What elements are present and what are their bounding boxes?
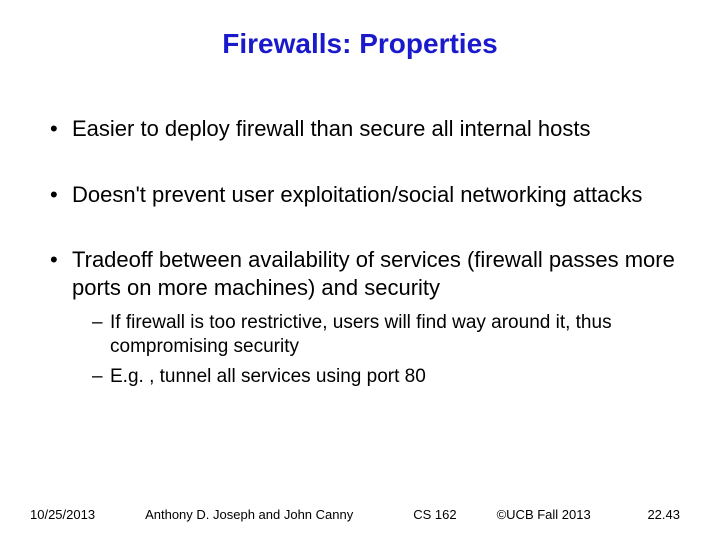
- sub-bullet-item: E.g. , tunnel all services using port 80: [92, 365, 680, 389]
- sub-bullet-list: If firewall is too restrictive, users wi…: [72, 311, 680, 388]
- footer-authors: Anthony D. Joseph and John Canny: [145, 507, 353, 522]
- bullet-item: Doesn't prevent user exploitation/social…: [50, 181, 680, 209]
- footer-date: 10/25/2013: [30, 507, 95, 522]
- bullet-list: Easier to deploy firewall than secure al…: [40, 115, 680, 388]
- slide: Firewalls: Properties Easier to deploy f…: [0, 0, 720, 540]
- bullet-item: Easier to deploy firewall than secure al…: [50, 115, 680, 143]
- bullet-item: Tradeoff between availability of service…: [50, 246, 680, 388]
- footer: 10/25/2013 Anthony D. Joseph and John Ca…: [0, 507, 720, 522]
- footer-slide-number: 22.43: [647, 507, 680, 522]
- footer-course: CS 162: [413, 507, 456, 522]
- footer-copyright: ©UCB Fall 2013: [497, 507, 591, 522]
- slide-title: Firewalls: Properties: [40, 28, 680, 60]
- bullet-text: Tradeoff between availability of service…: [72, 247, 675, 300]
- sub-bullet-item: If firewall is too restrictive, users wi…: [92, 311, 680, 359]
